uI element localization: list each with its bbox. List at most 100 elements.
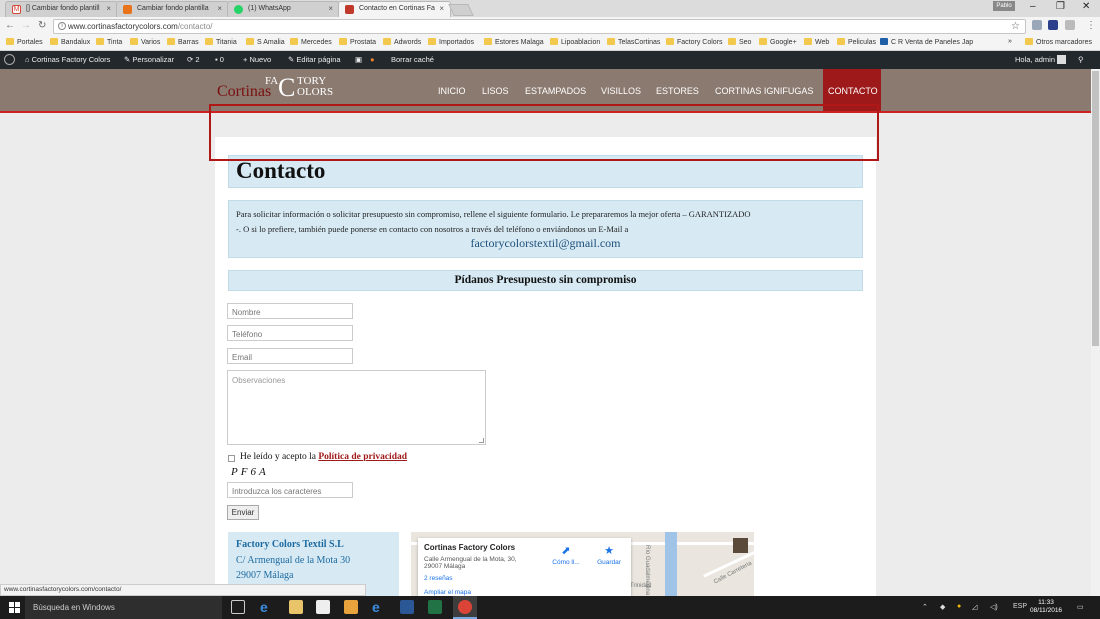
wp-new[interactable]: + Nuevo — [243, 55, 271, 64]
file-explorer-icon[interactable] — [289, 600, 303, 614]
map-photo-thumbnail[interactable] — [733, 538, 748, 553]
privacy-policy-link[interactable]: Política de privacidad — [318, 452, 407, 462]
nav-cortinas-ignifugas[interactable]: CORTINAS IGNIFUGAS — [715, 86, 813, 96]
bookmark-folder[interactable]: Portales — [6, 38, 43, 46]
bookmark-folder[interactable]: Bandalux — [50, 38, 90, 46]
resize-handle-icon[interactable] — [479, 438, 484, 443]
profile-button[interactable]: Pablo — [993, 1, 1015, 11]
name-input[interactable] — [227, 303, 353, 319]
bookmark-folder[interactable]: Varios — [130, 38, 160, 46]
bookmark-folder[interactable]: Titania — [205, 38, 237, 46]
app-icon[interactable] — [344, 600, 358, 614]
bookmark-folder[interactable]: Prostata — [339, 38, 376, 46]
extension-icon[interactable] — [1032, 20, 1042, 30]
close-icon[interactable]: × — [217, 4, 222, 13]
volume-icon[interactable]: ◁) — [990, 603, 998, 611]
nav-estampados[interactable]: ESTAMPADOS — [525, 86, 586, 96]
bookmark-folder[interactable]: Factory Colors — [666, 38, 723, 46]
bookmark-folder[interactable]: Importados — [428, 38, 474, 46]
map-directions-label: Cómo ll... — [552, 559, 580, 566]
close-window-icon[interactable]: ✕ — [1082, 1, 1090, 12]
captcha-input[interactable] — [227, 482, 353, 498]
clock[interactable]: 11:33 08/11/2016 — [1030, 599, 1062, 615]
forward-icon[interactable]: → — [21, 20, 31, 31]
close-icon[interactable]: × — [106, 4, 111, 13]
excel-icon[interactable] — [428, 600, 442, 614]
contact-email-link[interactable]: factorycolorstextil@gmail.com — [229, 236, 862, 251]
network-icon[interactable]: ◿ — [972, 603, 977, 611]
wp-plugin-icon[interactable]: ▣ — [355, 55, 362, 64]
nav-visillos[interactable]: VISILLOS — [601, 86, 641, 96]
tab-gmail[interactable]: M [] Cambiar fondo plantill × — [5, 1, 118, 17]
bookmark-folder[interactable]: Estores Malaga — [484, 38, 544, 46]
map-save-button[interactable]: ★ Guardar — [592, 544, 626, 566]
bookmark-folder[interactable]: Peliculas — [837, 38, 876, 46]
email-input[interactable] — [227, 348, 353, 364]
taskbar-search[interactable]: Búsqueda en Windows — [25, 596, 222, 619]
minimize-icon[interactable]: – — [1030, 1, 1036, 12]
info-icon[interactable]: i — [58, 22, 66, 30]
store-icon[interactable] — [316, 600, 330, 614]
nav-inicio[interactable]: INICIO — [438, 86, 466, 96]
norton-icon[interactable]: ● — [957, 603, 961, 610]
close-icon[interactable]: × — [328, 4, 333, 13]
reload-icon[interactable]: ↻ — [38, 20, 46, 31]
extension-icon[interactable] — [1048, 20, 1058, 30]
new-tab-button[interactable] — [448, 4, 474, 16]
bookmark-folder[interactable]: Seo — [728, 38, 751, 46]
page-scrollbar[interactable] — [1091, 69, 1100, 596]
scrollbar-thumb[interactable] — [1092, 71, 1099, 346]
nav-contacto[interactable]: CONTACTO — [828, 86, 878, 96]
dropbox-icon[interactable]: ◆ — [940, 603, 945, 611]
wp-site-link[interactable]: ⌂ Cortinas Factory Colors — [25, 55, 110, 64]
back-icon[interactable]: ← — [5, 20, 15, 31]
edge-icon[interactable]: e — [260, 600, 274, 614]
map-enlarge-link[interactable]: Ampliar el mapa — [424, 589, 471, 596]
bookmark-link[interactable]: C R Venta de Paneles Jap — [880, 38, 973, 46]
map-directions-button[interactable]: ⬈ Cómo ll... — [548, 544, 584, 566]
tray-expand-icon[interactable]: ⌃ — [922, 603, 928, 611]
wp-updates[interactable]: ⟳ 2 — [187, 55, 200, 64]
other-bookmarks[interactable]: Otros marcadores — [1025, 38, 1092, 46]
language-indicator[interactable]: ESP — [1013, 603, 1027, 610]
notes-textarea[interactable]: Observaciones — [227, 370, 486, 445]
menu-icon[interactable]: ⋮ — [1086, 20, 1096, 31]
address-bar[interactable]: i www.cortinasfactorycolors.com/contacto… — [53, 19, 1026, 34]
bookmark-folder[interactable]: Mercedes — [290, 38, 332, 46]
submit-button[interactable]: Enviar — [227, 505, 259, 520]
internet-explorer-icon[interactable]: e — [372, 600, 386, 614]
wp-account[interactable]: Hola, admin — [1015, 55, 1067, 64]
restore-icon[interactable]: ❐ — [1056, 1, 1065, 12]
wp-edit-page[interactable]: ✎ Editar página — [288, 55, 341, 64]
bookmark-folder[interactable]: Adwords — [383, 38, 421, 46]
word-icon[interactable] — [400, 600, 414, 614]
map-reviews-link[interactable]: 2 reseñas — [424, 575, 453, 582]
bookmarks-overflow[interactable]: » — [1008, 38, 1012, 45]
tab-whatsapp[interactable]: (1) WhatsApp × — [227, 1, 340, 17]
search-icon[interactable]: ⚲ — [1078, 55, 1084, 64]
notifications-icon[interactable]: ▭ — [1077, 603, 1084, 611]
wp-comments[interactable]: ▪ 0 — [215, 55, 224, 64]
bookmark-star-icon[interactable]: ☆ — [1011, 21, 1020, 32]
extension-icon[interactable] — [1065, 20, 1075, 30]
wp-customize[interactable]: ✎ Personalizar — [124, 55, 174, 64]
bookmark-folder[interactable]: Tinta — [96, 38, 122, 46]
bookmark-folder[interactable]: S Amalia — [246, 38, 285, 46]
nav-lisos[interactable]: LISOS — [482, 86, 509, 96]
windows-start-icon[interactable] — [9, 602, 20, 613]
wp-clear-cache[interactable]: Borrar caché — [391, 55, 434, 64]
tab-contacto[interactable]: Contacto en Cortinas Fa × — [338, 1, 451, 17]
bookmark-folder[interactable]: Google+ — [759, 38, 797, 46]
bookmark-folder[interactable]: Lipoablacion — [550, 38, 600, 46]
bookmark-folder[interactable]: Barras — [167, 38, 199, 46]
privacy-checkbox[interactable] — [228, 455, 235, 462]
phone-input[interactable] — [227, 325, 353, 341]
nav-estores[interactable]: ESTORES — [656, 86, 699, 96]
bookmark-folder[interactable]: Web — [804, 38, 829, 46]
wordpress-icon[interactable] — [4, 54, 15, 65]
tab-cambiar-fondo[interactable]: Cambiar fondo plantilla × — [116, 1, 229, 17]
bookmark-folder[interactable]: TelasCortinas — [607, 38, 660, 46]
close-icon[interactable]: × — [439, 4, 444, 13]
task-view-icon[interactable] — [231, 600, 245, 614]
chrome-icon[interactable] — [458, 600, 472, 614]
